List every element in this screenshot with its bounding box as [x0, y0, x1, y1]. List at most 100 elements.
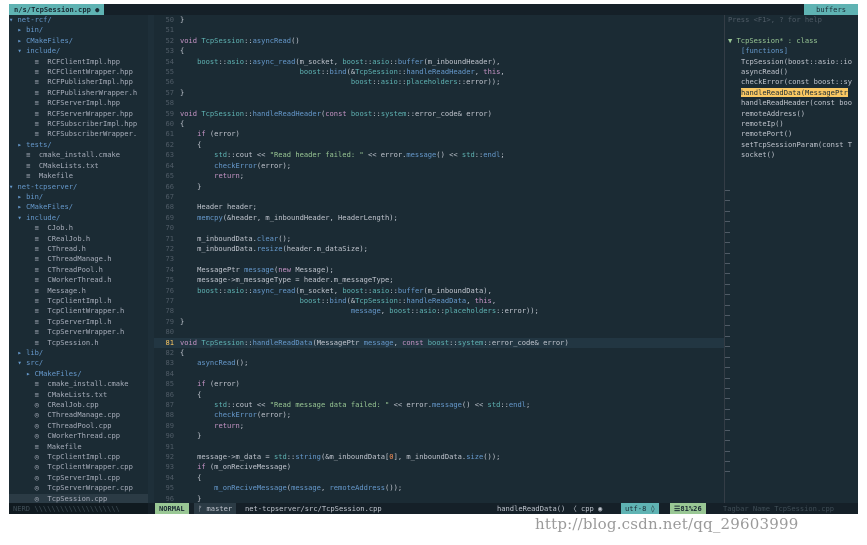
code-line[interactable]: 52 void TcpSession::asyncRead() [154, 36, 724, 46]
tree-folder[interactable]: ▾ src/ [9, 358, 148, 368]
tree-folder[interactable]: ▸ CMakeFiles/ [9, 36, 148, 46]
tree-file[interactable]: ≡ Makefile [9, 442, 148, 452]
tree-file[interactable]: ≡ Message.h [9, 286, 148, 296]
tree-file[interactable]: ◎ TcpClientWrapper.cpp [9, 462, 148, 472]
code-line[interactable]: 96 } [154, 494, 724, 503]
code-line[interactable]: 91 [154, 442, 724, 452]
code-line[interactable]: 93 if (m_onReciveMessage) [154, 462, 724, 472]
code-line[interactable]: 87 std::cout << "Read message data faile… [154, 400, 724, 410]
code-line[interactable]: 53 { [154, 46, 724, 56]
code-line[interactable]: 84 [154, 369, 724, 379]
code-line[interactable]: 88 checkError(error); [154, 410, 724, 420]
tree-folder[interactable]: ▸ lib/ [9, 348, 148, 358]
code-line[interactable]: 51 [154, 25, 724, 35]
tree-folder[interactable]: ▸ tests/ [9, 140, 148, 150]
code-line[interactable]: 89 return; [154, 421, 724, 431]
code-line[interactable]: 77 boost::bind(&TcpSession::handleReadDa… [154, 296, 724, 306]
code-line[interactable]: 56 boost::asio::placeholders::error)); [154, 77, 724, 87]
code-line[interactable]: 73 [154, 254, 724, 264]
tree-file[interactable]: ◎ TcpClientImpl.cpp [9, 452, 148, 462]
code-line[interactable]: 68 Header header; [154, 202, 724, 212]
code-line[interactable]: 65 return; [154, 171, 724, 181]
outline-member[interactable]: TcpSession(boost::asio::io [725, 57, 858, 67]
code-line[interactable]: 81 void TcpSession::handleReadData(Messag… [154, 337, 724, 348]
code-line[interactable]: 83 asyncRead(); [154, 358, 724, 368]
tree-file[interactable]: ≡ CThread.h [9, 244, 148, 254]
tree-file[interactable]: ≡ RCFClientWrapper.hpp [9, 67, 148, 77]
code-line[interactable]: 78 message, boost::asio::placeholders::e… [154, 306, 724, 316]
tree-file[interactable]: ≡ RCFPublisherImpl.hpp [9, 77, 148, 87]
code-line[interactable]: 62 { [154, 140, 724, 150]
tree-file[interactable]: ◎ CWorkerThread.cpp [9, 431, 148, 441]
tree-file[interactable]: ≡ CWorkerThread.h [9, 275, 148, 285]
buffers-button[interactable]: buffers [804, 4, 858, 15]
tree-file[interactable]: ≡ TcpSession.h [9, 338, 148, 348]
code-editor[interactable]: 50} 51 52 void TcpSession::asyncRead() 53{54… [154, 15, 724, 503]
code-line[interactable]: 72 m_inboundData.resize(header.m_dataSiz… [154, 244, 724, 254]
code-line[interactable]: 94 { [154, 473, 724, 483]
tree-file[interactable]: ≡ RCFServerWrapper.hpp [9, 109, 148, 119]
code-line[interactable]: 90 } [154, 431, 724, 441]
tree-file[interactable]: ◎ TcpServerWrapper.cpp [9, 483, 148, 493]
code-line[interactable]: 82 { [154, 348, 724, 358]
tree-folder[interactable]: ▾ include/ [9, 46, 148, 56]
tree-folder[interactable]: ▾ net-rcf/ [9, 15, 148, 25]
outline-member[interactable]: remotePort() [725, 129, 858, 139]
code-line[interactable]: 66 } [154, 182, 724, 192]
code-line[interactable]: 61 if (error) [154, 129, 724, 139]
file-tree[interactable]: ▾ net-rcf/ ▸ bin/ ▸ CMakeFiles/ ▾ includ… [9, 15, 148, 503]
tree-file[interactable]: ≡ cmake_install.cmake [9, 379, 148, 389]
code-line[interactable]: 50} [154, 15, 724, 25]
tree-file[interactable]: ≡ RCFPublisherWrapper.h [9, 88, 148, 98]
outline-member[interactable]: handleReadData(MessagePtr [725, 87, 858, 98]
outline-member[interactable]: remoteIp() [725, 119, 858, 129]
code-line[interactable]: 69 memcpy(&header, m_inboundHeader, Head… [154, 213, 724, 223]
code-line[interactable]: 75 message->m_messageType = header.m_mes… [154, 275, 724, 285]
code-line[interactable]: 71 m_inboundData.clear(); [154, 234, 724, 244]
tree-file[interactable]: ◎ TcpSession.cpp [9, 493, 148, 503]
code-line[interactable]: 67 [154, 192, 724, 202]
code-line[interactable]: 70 [154, 223, 724, 233]
outline-member[interactable]: checkError(const boost::sy [725, 77, 858, 87]
tree-file[interactable]: ≡ Makefile [9, 171, 148, 181]
outline-member[interactable]: setTcpSessionParam(const T [725, 140, 858, 150]
tree-file[interactable]: ≡ cmake_install.cmake [9, 150, 148, 160]
code-line[interactable]: 59 void TcpSession::handleReadHeader(cons… [154, 109, 724, 119]
code-line[interactable]: 60 { [154, 119, 724, 129]
tree-folder[interactable]: ▸ CMakeFiles/ [9, 369, 148, 379]
tagbar-outline[interactable]: Press <F1>, ? for help ▼ TcpSession* : c… [724, 15, 858, 503]
tree-file[interactable]: ◎ CRealJob.cpp [9, 400, 148, 410]
tree-file[interactable]: ≡ RCFServerImpl.hpp [9, 98, 148, 108]
tree-file[interactable]: ≡ TcpServerWrapper.h [9, 327, 148, 337]
tree-file[interactable]: ≡ CThreadPool.h [9, 265, 148, 275]
code-line[interactable]: 74 MessagePtr message(new Message); [154, 265, 724, 275]
outline-member[interactable]: remoteAddress() [725, 109, 858, 119]
code-line[interactable]: 57} [154, 88, 724, 98]
tree-file[interactable]: ≡ TcpClientImpl.h [9, 296, 148, 306]
code-line[interactable]: 85 if (error) [154, 379, 724, 389]
tree-file[interactable]: ◎ TcpServerImpl.cpp [9, 473, 148, 483]
tree-file[interactable]: ≡ CJob.h [9, 223, 148, 233]
outline-member[interactable]: asyncRead() [725, 67, 858, 77]
tree-file[interactable]: ≡ CRealJob.h [9, 234, 148, 244]
code-line[interactable]: 92 message->m_data = std::string(&m_inbo… [154, 452, 724, 462]
tree-file[interactable]: ≡ RCFSubscriberImpl.hpp [9, 119, 148, 129]
outline-class-entry[interactable]: ▼ TcpSession* : class [725, 36, 858, 46]
tree-file[interactable]: ≡ CMakeLists.txt [9, 161, 148, 171]
tree-file[interactable]: ≡ CThreadManage.h [9, 254, 148, 264]
tree-file[interactable]: ≡ TcpServerImpl.h [9, 317, 148, 327]
code-line[interactable]: 95 m_onReciveMessage(message, remoteAddr… [154, 483, 724, 493]
tree-file[interactable]: ≡ CMakeLists.txt [9, 390, 148, 400]
code-line[interactable]: 79} [154, 317, 724, 327]
outline-group-label[interactable]: [functions] [725, 46, 858, 56]
code-line[interactable]: 76 boost::asio::async_read(m_socket, boo… [154, 286, 724, 296]
outline-member[interactable]: socket() [725, 150, 858, 160]
code-line[interactable]: 80 [154, 327, 724, 337]
tree-file[interactable]: ≡ TcpClientWrapper.h [9, 306, 148, 316]
tree-file[interactable]: ≡ RCFClientImpl.hpp [9, 57, 148, 67]
tab-tcpsession[interactable]: n/s/TcpSession.cpp ● [9, 4, 105, 15]
code-line[interactable]: 86 { [154, 390, 724, 400]
code-line[interactable]: 63 std::cout << "Read header failed: " <… [154, 150, 724, 160]
tree-file[interactable]: ≡ RCFSubscriberWrapper. [9, 129, 148, 139]
code-line[interactable]: 54 boost::asio::async_read(m_socket, boo… [154, 57, 724, 67]
